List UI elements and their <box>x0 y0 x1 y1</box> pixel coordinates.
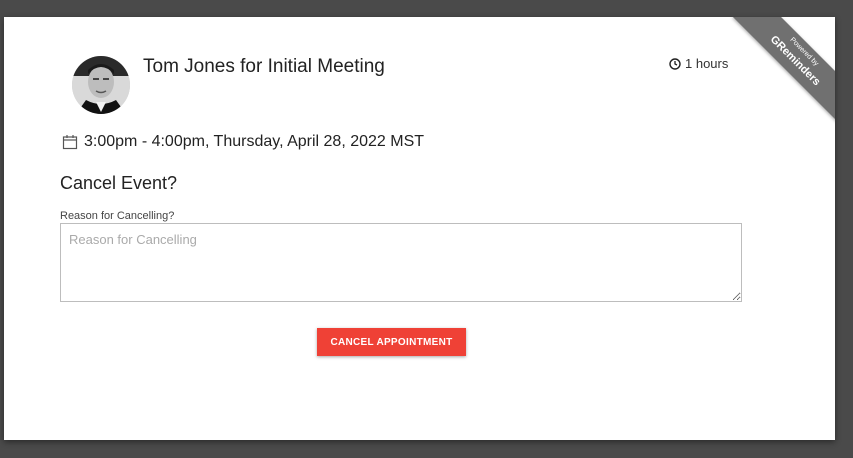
event-datetime: 3:00pm - 4:00pm, Thursday, April 28, 202… <box>62 133 424 151</box>
calendar-icon <box>62 135 78 150</box>
host-avatar <box>72 56 130 114</box>
event-title: Tom Jones for Initial Meeting <box>143 56 385 77</box>
datetime-text: 3:00pm - 4:00pm, Thursday, April 28, 202… <box>84 133 425 150</box>
duration-text: 1 hours <box>685 56 729 71</box>
reason-label: Reason for Cancelling? <box>60 210 175 222</box>
reason-textarea[interactable] <box>60 223 742 302</box>
cancel-appointment-button[interactable]: CANCEL APPOINTMENT <box>317 328 466 356</box>
event-card: Powered by GReminders Tom Jones for Init… <box>4 17 835 440</box>
cancel-heading: Cancel Event? <box>60 173 178 193</box>
powered-by-ribbon[interactable]: Powered by GReminders <box>725 17 835 127</box>
event-duration: 1 hours <box>669 56 728 71</box>
clock-icon <box>669 57 681 70</box>
